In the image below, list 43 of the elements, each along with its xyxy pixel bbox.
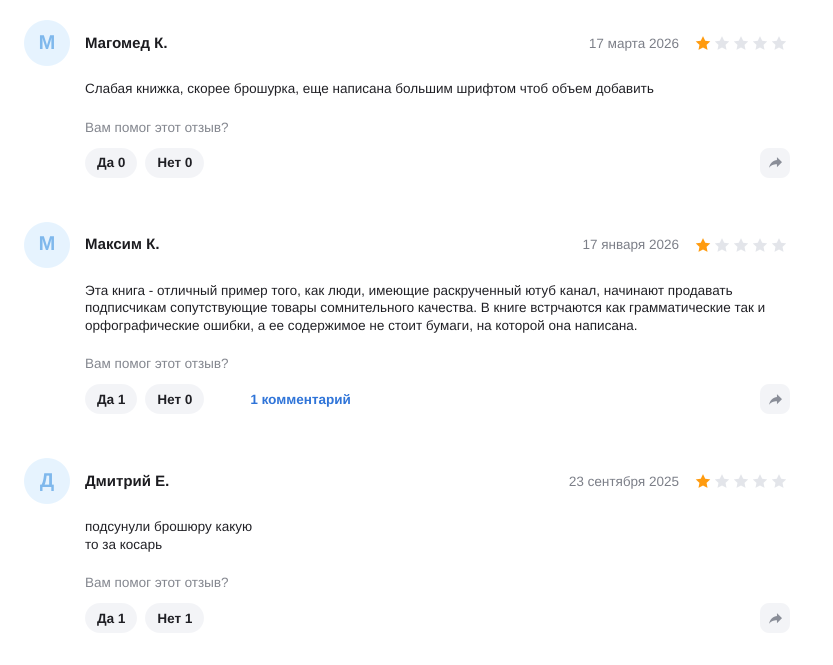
helpful-question: Вам помог этот отзыв?: [85, 118, 230, 136]
star-icon: [695, 238, 711, 252]
user-avatar: М: [24, 222, 70, 268]
helpful-question: Вам помог этот отзыв?: [85, 355, 230, 372]
review-text: Слабая книжка, скорее брошурка, еще написана большим шрифтом чтоб объем добавить: [85, 80, 655, 98]
share-icon: [768, 394, 782, 404]
star-icon: [771, 474, 787, 488]
review-date: 23 сентября 2025: [568, 474, 679, 488]
helpful-question: Вам помог этот отзыв?: [85, 574, 230, 591]
review-text: Эта книга - отличный пример того, как люди, имеющие раскрученный ютуб канал, начинают продавать подписчикам сопутствующие товары сомнительного качества. В книге встрчаются как грамматические так и орфографические ошибки, а ее содержимое не стоит бумаги, на которой она написана.: [85, 282, 766, 334]
review-date: 17 января 2026: [582, 237, 679, 252]
user-avatar: М: [24, 20, 70, 66]
vote-button[interactable]: Нет 0: [145, 384, 204, 414]
author-name: Магомед К.: [85, 34, 168, 52]
star-icon: [752, 238, 768, 252]
share-button[interactable]: [760, 603, 790, 633]
share-button[interactable]: [760, 148, 790, 178]
star-icon: [695, 36, 711, 50]
vote-button[interactable]: Нет 0: [145, 148, 204, 178]
star-icon: [714, 474, 730, 488]
star-icon: [695, 474, 711, 488]
review-text: подсунули брошюру какую то за косарь: [85, 518, 254, 553]
review-date: 17 марта 2026: [588, 36, 679, 50]
star-icon: [771, 238, 787, 252]
share-button[interactable]: [760, 384, 790, 414]
star-icon: [733, 474, 749, 488]
vote-button[interactable]: Да 1: [85, 384, 138, 414]
star-icon: [771, 36, 787, 50]
author-name: Дмитрий Е.: [85, 472, 170, 490]
star-icon: [752, 36, 768, 50]
share-icon: [768, 612, 782, 624]
share-icon: [768, 157, 782, 168]
star-icon: [714, 238, 730, 252]
user-avatar: Д: [24, 458, 70, 504]
vote-button[interactable]: Да 1: [85, 603, 138, 633]
author-name: Максим К.: [85, 236, 160, 253]
vote-button[interactable]: Нет 1: [145, 603, 204, 633]
vote-button[interactable]: Да 0: [85, 148, 138, 178]
star-icon: [752, 474, 768, 488]
star-icon: [733, 238, 749, 252]
comments-link[interactable]: 1 комментарий: [250, 392, 351, 406]
star-icon: [733, 36, 749, 50]
star-icon: [714, 36, 730, 50]
